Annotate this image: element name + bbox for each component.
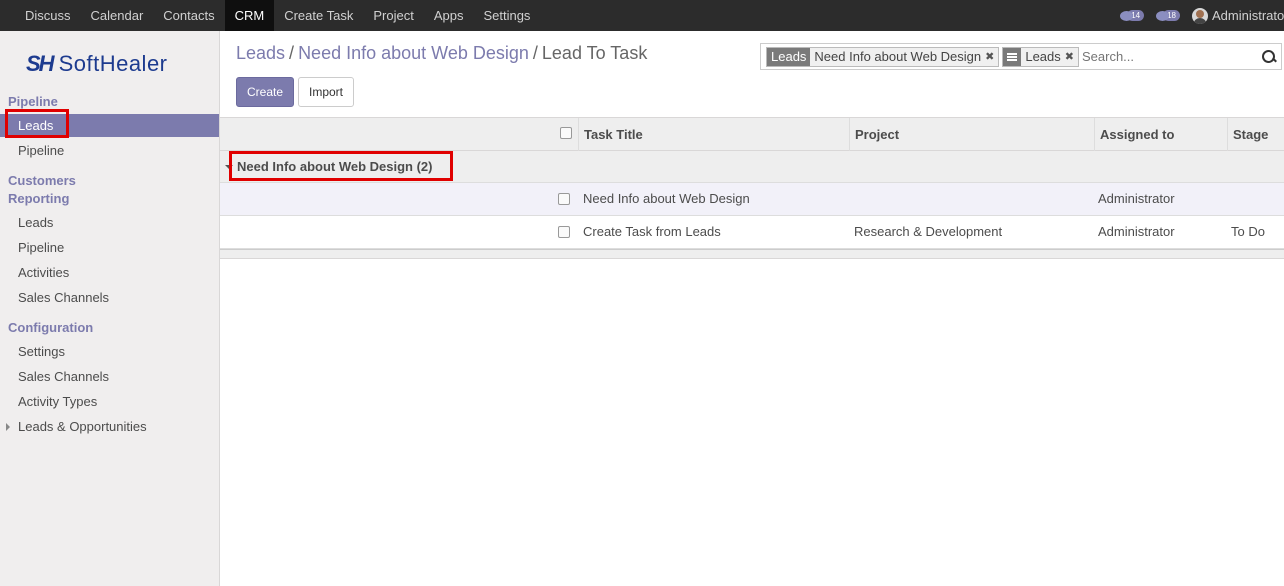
select-all-checkbox[interactable] <box>560 127 572 139</box>
sidebar-item-reporting-pipeline[interactable]: Pipeline <box>0 236 219 259</box>
cell-task-title: Need Info about Web Design <box>583 191 750 206</box>
sidebar-item-pipeline[interactable]: Pipeline <box>0 139 219 162</box>
menu-crm[interactable]: CRM <box>224 0 275 31</box>
list-view: Task Title Project Assigned to Stage Nee… <box>220 117 1284 586</box>
sidebar-item-reporting-leads[interactable]: Leads <box>0 211 219 234</box>
sidebar-item-settings[interactable]: Settings <box>0 340 219 363</box>
group-row[interactable]: Need Info about Web Design (2) <box>220 151 1284 183</box>
top-navbar: Discuss Calendar Contacts CRM Create Tas… <box>0 0 1284 31</box>
search-input[interactable] <box>1081 49 1261 64</box>
page-title: Lead To Task <box>541 43 648 63</box>
remove-facet-icon[interactable]: ✖ <box>985 47 999 66</box>
sidebar: SH SoftHealer Pipeline Leads Pipeline Cu… <box>0 31 220 586</box>
logo-mark-icon: SH <box>26 51 55 76</box>
cell-assigned-to: Administrator <box>1098 191 1175 206</box>
systray: 14 18 Administrator <box>1120 0 1284 31</box>
facet-value: Leads <box>1021 47 1065 66</box>
search-facet-groupby: Leads ✖ <box>1002 46 1079 67</box>
cell-task-title: Create Task from Leads <box>583 224 721 239</box>
sidebar-item-reporting-sales-channels[interactable]: Sales Channels <box>0 286 219 309</box>
import-button[interactable]: Import <box>298 77 354 107</box>
menu-project[interactable]: Project <box>363 0 423 31</box>
group-by-icon <box>1003 47 1022 66</box>
row-checkbox[interactable] <box>558 193 570 205</box>
user-menu[interactable]: Administrator <box>1212 8 1284 23</box>
sidebar-item-activity-types[interactable]: Activity Types <box>0 390 219 413</box>
search-icon[interactable] <box>1261 49 1277 65</box>
menu-contacts[interactable]: Contacts <box>153 0 224 31</box>
table-row[interactable]: Create Task from Leads Research & Develo… <box>220 216 1284 249</box>
breadcrumb: Leads / Need Info about Web Design / Lead To… <box>236 43 647 64</box>
sidebar-item-config-sales-channels[interactable]: Sales Channels <box>0 365 219 388</box>
column-task-title[interactable]: Task Title <box>578 118 849 151</box>
avatar[interactable] <box>1192 7 1208 24</box>
activities-indicator[interactable]: 18 <box>1156 10 1180 21</box>
facet-value: Need Info about Web Design <box>810 47 986 66</box>
cell-assigned-to: Administrator <box>1098 224 1175 239</box>
logo-text: SoftHealer <box>58 51 168 76</box>
activity-icon <box>1156 10 1170 21</box>
column-stage[interactable]: Stage <box>1227 118 1284 151</box>
cell-project: Research & Development <box>854 224 1003 239</box>
sidebar-item-leads-opportunities[interactable]: Leads & Opportunities <box>0 415 219 438</box>
menu-calendar[interactable]: Calendar <box>81 0 154 31</box>
sidebar-section-pipeline[interactable]: Pipeline <box>8 94 58 109</box>
app-menu: Discuss Calendar Contacts CRM Create Tas… <box>0 0 540 31</box>
sidebar-item-activities[interactable]: Activities <box>0 261 219 284</box>
cell-stage: To Do <box>1231 224 1265 239</box>
caret-down-icon <box>225 165 233 169</box>
sidebar-section-reporting[interactable]: Reporting <box>8 191 69 206</box>
menu-create-task[interactable]: Create Task <box>274 0 363 31</box>
search-facet-lead: Leads Need Info about Web Design ✖ <box>766 46 1000 67</box>
list-header: Task Title Project Assigned to Stage <box>220 117 1284 151</box>
sidebar-item-label: Leads & Opportunities <box>18 419 147 434</box>
search-bar: Leads Need Info about Web Design ✖ Leads… <box>760 43 1282 70</box>
breadcrumb-separator: / <box>532 43 538 63</box>
menu-apps[interactable]: Apps <box>424 0 474 31</box>
sidebar-item-leads[interactable]: Leads <box>0 114 219 137</box>
menu-settings[interactable]: Settings <box>473 0 540 31</box>
create-button[interactable]: Create <box>236 77 294 107</box>
table-row[interactable]: Need Info about Web Design Administrator <box>220 183 1284 216</box>
sidebar-section-customers[interactable]: Customers <box>8 173 76 188</box>
breadcrumb-leads[interactable]: Leads <box>236 43 285 63</box>
breadcrumb-lead[interactable]: Need Info about Web Design <box>298 43 529 63</box>
chat-icon <box>1120 10 1134 21</box>
caret-right-icon <box>6 423 10 431</box>
breadcrumb-separator: / <box>289 43 295 63</box>
facet-tag: Leads <box>767 47 811 66</box>
group-label: Need Info about Web Design (2) <box>237 159 433 174</box>
row-checkbox[interactable] <box>558 226 570 238</box>
list-footer <box>220 249 1284 259</box>
sidebar-section-configuration[interactable]: Configuration <box>8 320 93 335</box>
remove-facet-icon[interactable]: ✖ <box>1064 47 1078 66</box>
column-assigned-to[interactable]: Assigned to <box>1094 118 1227 151</box>
column-project[interactable]: Project <box>849 118 1094 151</box>
company-logo: SH SoftHealer <box>26 51 168 77</box>
messages-indicator[interactable]: 14 <box>1120 10 1145 21</box>
menu-discuss[interactable]: Discuss <box>15 0 81 31</box>
